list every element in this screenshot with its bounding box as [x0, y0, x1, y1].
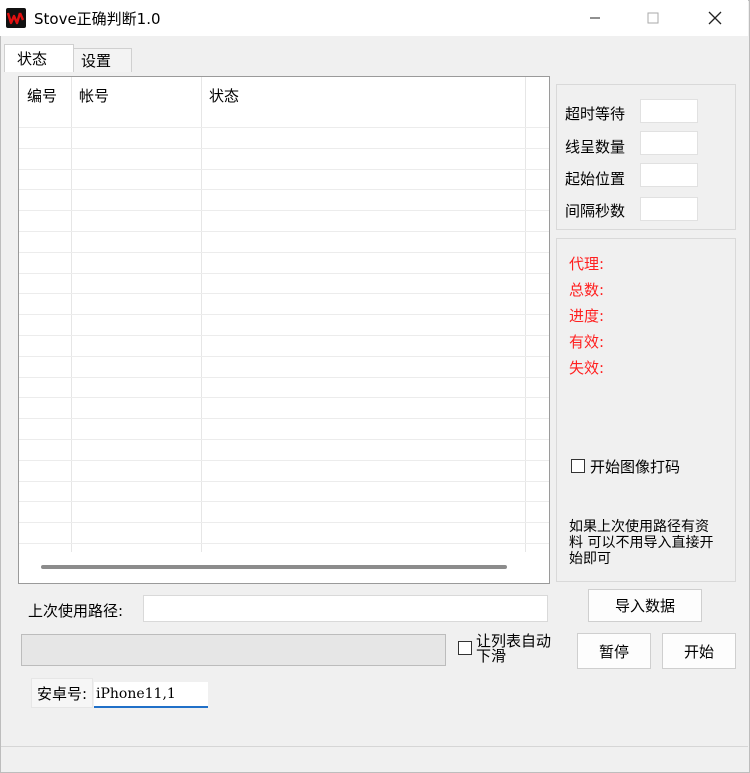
timeout-label: 超时等待 — [565, 105, 626, 123]
stats-panel: 代理: 总数: 进度: 有效: 失效: 开始图像打码 如果上次使用路径有资料 可… — [556, 238, 736, 582]
app-logo-icon — [6, 8, 26, 28]
horizontal-scrollbar[interactable] — [41, 565, 507, 569]
timeout-input[interactable] — [640, 99, 698, 123]
hint-text: 如果上次使用路径有资料 可以不用导入直接开始即可 — [569, 519, 714, 567]
maximize-button[interactable] — [624, 0, 682, 36]
start-position-label: 起始位置 — [565, 170, 626, 188]
grid-row-line — [19, 293, 549, 294]
grid-row-line — [19, 335, 549, 336]
column-header-account[interactable]: 帐号 — [79, 85, 109, 106]
threads-input[interactable] — [640, 131, 698, 155]
maximize-icon — [647, 12, 659, 24]
status-bar-divider — [1, 746, 748, 747]
settings-panel: 超时等待 线呈数量 起始位置 间隔秒数 — [556, 84, 736, 230]
threads-label: 线呈数量 — [565, 138, 626, 156]
account-list[interactable]: 编号 帐号 状态 — [18, 76, 550, 584]
interval-label: 间隔秒数 — [565, 202, 626, 220]
grid-row-line — [19, 397, 549, 398]
total-stat: 总数: — [569, 281, 605, 299]
android-id-input[interactable]: iPhone11,1 — [94, 682, 208, 708]
column-header-status[interactable]: 状态 — [209, 85, 239, 106]
start-button[interactable]: 开始 — [662, 633, 736, 669]
title-bar[interactable]: Stove正确判断1.0 — [0, 0, 748, 36]
grid-row-line — [19, 439, 549, 440]
minimize-icon — [590, 17, 600, 19]
close-icon — [708, 11, 722, 25]
progress-bar — [21, 634, 446, 666]
tab-settings[interactable]: 设置 — [68, 48, 132, 72]
grid-row-line — [19, 418, 549, 419]
window-title: Stove正确判断1.0 — [34, 10, 161, 28]
last-path-label: 上次使用路径: — [28, 602, 124, 620]
image-captcha-label: 开始图像打码 — [590, 458, 681, 476]
progress-stat: 进度: — [569, 307, 605, 325]
grid-row-line — [19, 460, 549, 461]
pause-button[interactable]: 暂停 — [577, 633, 651, 669]
interval-input[interactable] — [640, 197, 698, 221]
auto-scroll-checkbox[interactable] — [458, 641, 472, 655]
auto-scroll-label: 让列表自动下滑 — [476, 632, 552, 665]
valid-stat: 有效: — [569, 333, 605, 351]
last-path-input[interactable] — [143, 595, 548, 622]
grid-row-line — [19, 210, 549, 211]
tab-status[interactable]: 状态 — [4, 44, 74, 72]
grid-row-line — [19, 189, 549, 190]
grid-row-line — [19, 127, 549, 128]
grid-row-line — [19, 252, 549, 253]
grid-row-line — [19, 356, 549, 357]
grid-row-line — [19, 501, 549, 502]
list-header: 编号 帐号 状态 — [19, 77, 549, 107]
import-data-button[interactable]: 导入数据 — [588, 589, 702, 622]
minimize-button[interactable] — [566, 0, 624, 36]
close-button[interactable] — [686, 0, 744, 36]
image-captcha-checkbox[interactable] — [571, 459, 585, 473]
grid-row-line — [19, 377, 549, 378]
android-label: 安卓号: — [31, 678, 93, 708]
grid-row-line — [19, 314, 549, 315]
start-position-input[interactable] — [640, 163, 698, 187]
grid-row-line — [19, 481, 549, 482]
grid-row-line — [19, 273, 549, 274]
grid-row-line — [19, 169, 549, 170]
grid-row-line — [19, 231, 549, 232]
grid-row-line — [19, 543, 549, 544]
grid-row-line — [19, 522, 549, 523]
grid-row-line — [19, 148, 549, 149]
invalid-stat: 失效: — [569, 359, 605, 377]
column-header-id[interactable]: 编号 — [27, 85, 57, 106]
proxy-stat: 代理: — [569, 255, 605, 273]
